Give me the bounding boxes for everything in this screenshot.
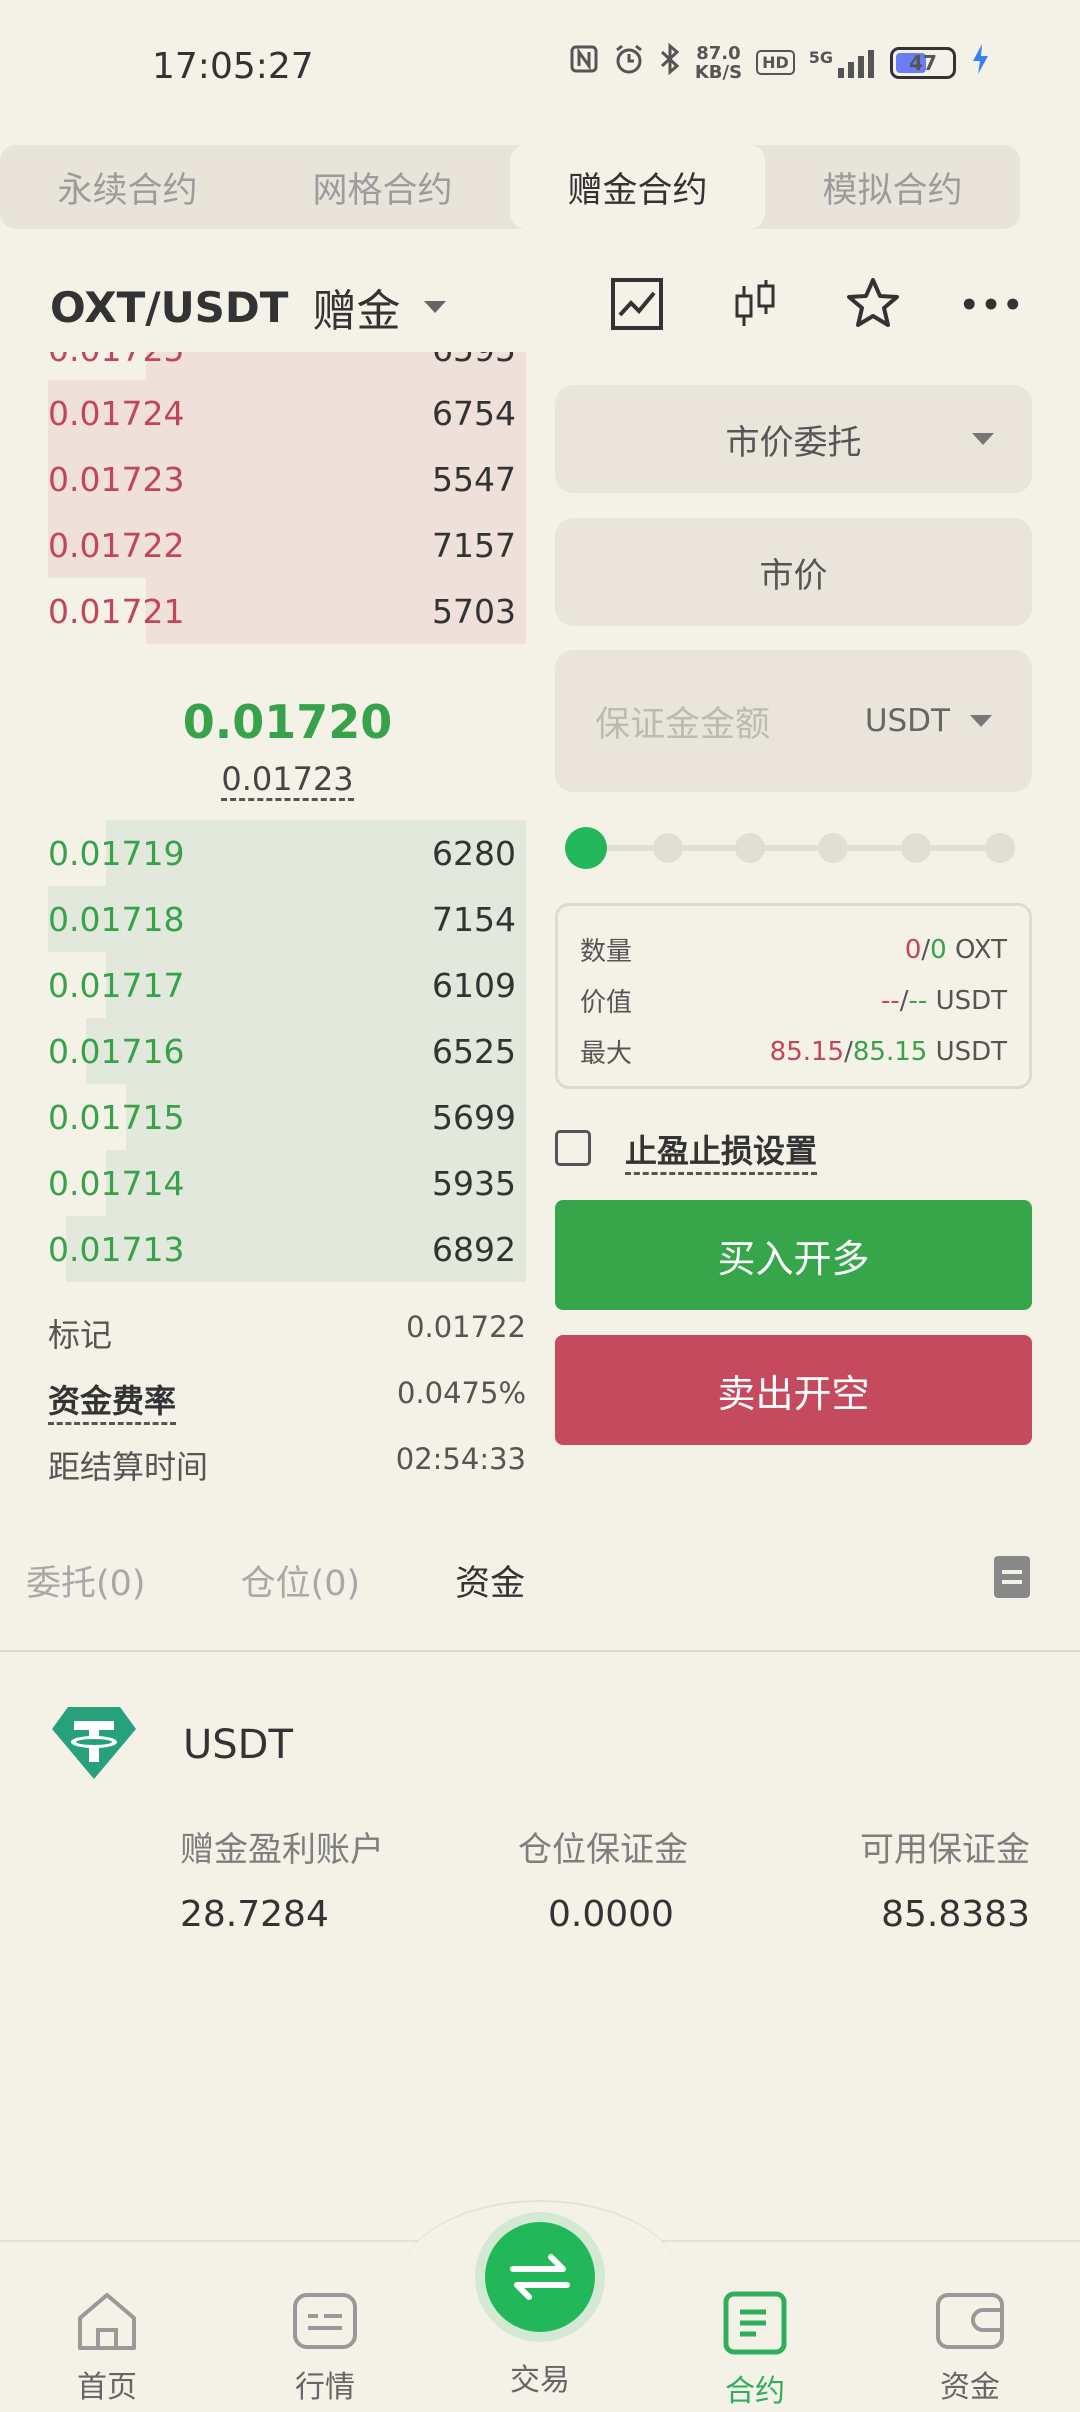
status-icons: 87.0 KB/S HD 5G 47: [569, 42, 990, 83]
bluetooth-icon: [659, 42, 681, 82]
position-margin-label: 仓位保证金: [518, 1830, 688, 1870]
bid-row[interactable]: 0.01716 6525: [48, 1018, 526, 1084]
star-icon[interactable]: [844, 275, 902, 333]
available-margin-label: 可用保证金: [860, 1830, 1030, 1870]
contract-tabs: 永续合约 网格合约 赠金合约 模拟合约: [0, 145, 1020, 229]
ask-row[interactable]: 0.01721 5703: [48, 578, 526, 644]
pair-selector[interactable]: OXT/USDT 赠金: [50, 275, 447, 339]
slider-step[interactable]: [653, 833, 683, 863]
margin-amount-input[interactable]: 保证金金额 USDT: [555, 650, 1032, 792]
slider-step[interactable]: [985, 833, 1015, 863]
nav-trade[interactable]: [475, 2212, 605, 2342]
quantity-row: 数量 0/0 OXT: [580, 934, 1007, 968]
ask-row[interactable]: 0.01724 6754: [48, 380, 526, 446]
bid-row[interactable]: 0.01719 6280: [48, 820, 526, 886]
nav-contract-label: 合约: [725, 2374, 785, 2409]
order-summary: 数量 0/0 OXT 价值 --/-- USDT 最大 85.15/85.15 …: [555, 903, 1032, 1089]
line-chart-icon[interactable]: [608, 275, 666, 333]
signal-icon: 5G: [809, 48, 876, 78]
hd-badge: HD: [756, 50, 795, 75]
pair-type: 赠金: [312, 286, 401, 337]
battery-indicator: 47: [890, 46, 956, 79]
tpsl-settings-label[interactable]: 止盈止损设置: [625, 1126, 818, 1175]
bid-row[interactable]: 0.01713 6892: [48, 1216, 526, 1282]
last-price: 0.01720: [182, 695, 393, 749]
pair-name: OXT/USDT: [50, 282, 289, 332]
asset-name: USDT: [183, 1722, 293, 1768]
value-row: 价值 --/-- USDT: [580, 985, 1007, 1019]
tab-grid[interactable]: 网格合约: [255, 145, 510, 229]
swap-icon: [510, 2254, 570, 2300]
header-actions: [608, 275, 1020, 333]
slider-handle[interactable]: [565, 827, 607, 869]
tab-simulated[interactable]: 模拟合约: [765, 145, 1020, 229]
bid-row[interactable]: 0.01718 7154: [48, 886, 526, 952]
network-speed: 87.0 KB/S: [694, 42, 743, 83]
nav-market-label: 行情: [295, 2370, 355, 2405]
mark-price-row: 标记 0.01722: [48, 1310, 526, 1354]
max-row: 最大 85.15/85.15 USDT: [580, 1036, 1007, 1070]
ask-row[interactable]: 0.01722 7157: [48, 512, 526, 578]
bonus-profit-label: 赠金盈利账户: [180, 1830, 384, 1870]
chevron-down-icon: [972, 433, 994, 445]
order-type-select[interactable]: 市价委托: [555, 385, 1032, 493]
nav-trade-label: 交易: [510, 2363, 570, 2398]
ask-row[interactable]: 0.01725 6595: [48, 352, 526, 380]
nav-home[interactable]: 首页: [52, 2290, 162, 2406]
slider-step[interactable]: [818, 833, 848, 863]
bonus-profit-value: 28.7284: [180, 1894, 329, 1935]
status-time: 17:05:27: [152, 46, 314, 87]
position-margin-value: 0.0000: [548, 1894, 674, 1935]
settlement-time-row: 距结算时间 02:54:33: [48, 1442, 526, 1486]
funding-rate-row[interactable]: 资金费率 0.0475%: [48, 1376, 526, 1425]
buy-long-button[interactable]: 买入开多: [555, 1200, 1032, 1310]
usdt-logo-icon: [50, 1705, 138, 1785]
bid-row[interactable]: 0.01717 6109: [48, 952, 526, 1018]
more-icon[interactable]: [962, 275, 1020, 333]
bid-row[interactable]: 0.01715 5699: [48, 1084, 526, 1150]
slider-step[interactable]: [735, 833, 765, 863]
sell-short-button[interactable]: 卖出开空: [555, 1335, 1032, 1445]
tab-bonus[interactable]: 赠金合约: [510, 145, 765, 229]
tpsl-checkbox[interactable]: [555, 1130, 591, 1166]
tab-orders[interactable]: 委托(0): [26, 1555, 146, 1606]
alarm-icon: [613, 43, 645, 82]
candlestick-icon[interactable]: [726, 275, 784, 333]
tab-funds[interactable]: 资金: [455, 1555, 525, 1606]
nav-home-label: 首页: [77, 2370, 137, 2405]
document-icon[interactable]: [994, 1556, 1030, 1598]
nav-assets-label: 资金: [940, 2370, 1000, 2405]
divider: [0, 1650, 1080, 1652]
nav-assets[interactable]: 资金: [915, 2290, 1025, 2406]
nav-contract[interactable]: 合约: [700, 2290, 810, 2410]
nfc-icon: [569, 44, 599, 81]
chevron-down-icon: [970, 715, 992, 727]
available-margin-value: 85.8383: [881, 1894, 1030, 1935]
mark-price-small[interactable]: 0.01723: [0, 760, 575, 801]
tab-positions[interactable]: 仓位(0): [241, 1555, 361, 1606]
account-tabs: 委托(0) 仓位(0) 资金: [26, 1555, 620, 1606]
price-field[interactable]: 市价: [555, 518, 1032, 626]
tab-perpetual[interactable]: 永续合约: [0, 145, 255, 229]
margin-slider[interactable]: [565, 827, 1015, 869]
charging-icon: [970, 42, 990, 83]
nav-market[interactable]: 行情: [270, 2290, 380, 2406]
ask-row[interactable]: 0.01723 5547: [48, 446, 526, 512]
slider-step[interactable]: [901, 833, 931, 863]
bid-row[interactable]: 0.01714 5935: [48, 1150, 526, 1216]
chevron-down-icon: [424, 301, 447, 313]
